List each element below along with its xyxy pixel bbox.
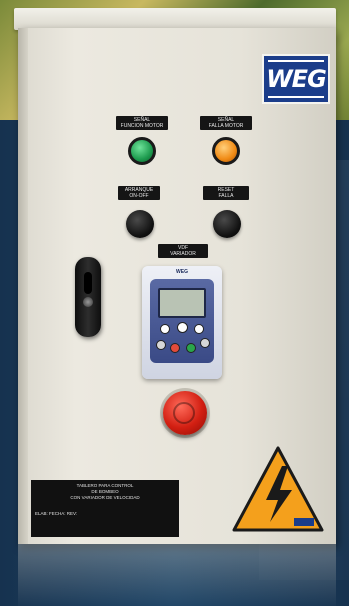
vfd-stop-key[interactable] bbox=[170, 343, 180, 353]
vfd-key[interactable] bbox=[160, 324, 170, 334]
door-lock-icon bbox=[83, 297, 93, 307]
label-signal-fault: SEÑAL FALLA MOTOR bbox=[200, 116, 252, 130]
vfd-key[interactable] bbox=[156, 340, 166, 350]
label-signal-run: SEÑAL FUNCION MOTOR bbox=[116, 116, 168, 130]
door-handle-slot bbox=[84, 272, 92, 294]
info-row: ELAB: FECHA: REV: bbox=[35, 511, 78, 516]
high-voltage-warning-icon bbox=[232, 446, 324, 532]
cabinet-side bbox=[18, 28, 28, 544]
vfd-display bbox=[158, 288, 206, 318]
cabinet-reflection bbox=[18, 544, 336, 606]
selector-knob[interactable] bbox=[126, 210, 154, 238]
reset-button[interactable] bbox=[213, 210, 241, 238]
label-reset-fault: RESET FALLA bbox=[203, 186, 249, 200]
vfd-key[interactable] bbox=[200, 338, 210, 348]
label-vfd: VDF VARIADOR bbox=[158, 244, 208, 258]
run-indicator-lamp bbox=[128, 137, 156, 165]
vfd-brand: WEG bbox=[176, 269, 188, 275]
info-plate: TABLERO PARA CONTROL DE BOMBEO CON VARIA… bbox=[31, 480, 179, 537]
label-switch-onoff: ARRANQUE ON-OFF bbox=[118, 186, 160, 200]
cabinet-roof bbox=[14, 8, 336, 30]
vfd-key[interactable] bbox=[194, 324, 204, 334]
vfd-key[interactable] bbox=[177, 322, 188, 333]
emergency-stop-ring bbox=[173, 402, 195, 424]
weg-logo: WEG bbox=[262, 54, 330, 104]
vfd-run-key[interactable] bbox=[186, 343, 196, 353]
info-subtitle: CON VARIADOR DE VELOCIDAD bbox=[70, 495, 140, 500]
fault-indicator-lamp bbox=[212, 137, 240, 165]
